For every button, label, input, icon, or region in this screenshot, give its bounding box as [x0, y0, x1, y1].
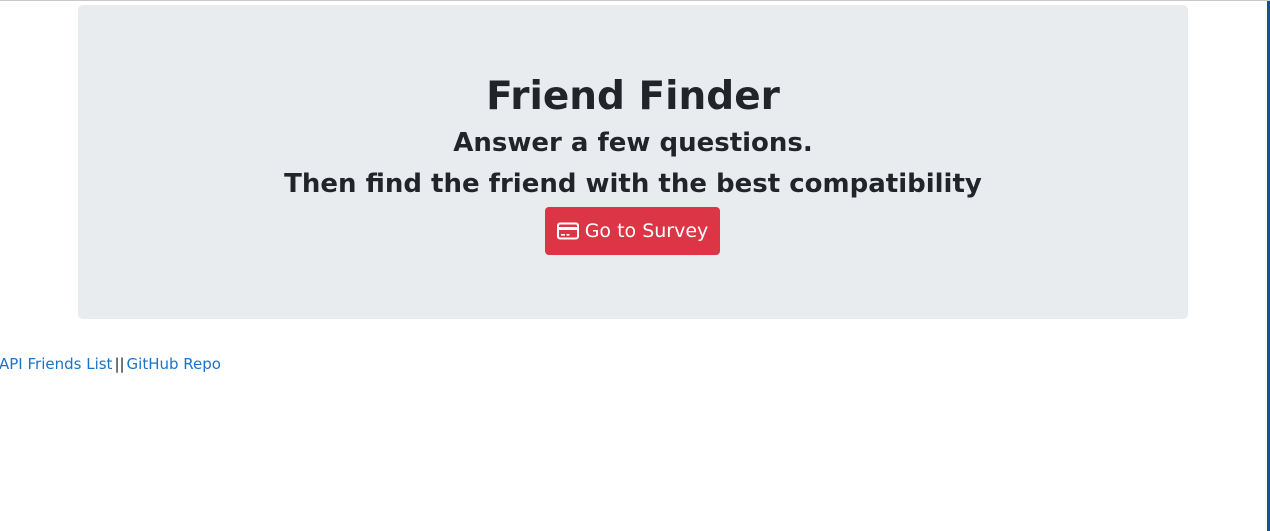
credit-card-icon [556, 222, 579, 240]
jumbotron: Friend Finder Answer a few questions. Th… [78, 5, 1188, 319]
intro-line-1: Answer a few questions. [453, 128, 813, 158]
footer-links: API Friends List || GitHub Repo [0, 354, 221, 374]
go-to-survey-label: Go to Survey [584, 220, 709, 242]
footer-separator: || [114, 355, 125, 373]
intro-line-2: Then find the friend with the best compa… [284, 169, 982, 199]
github-repo-link[interactable]: GitHub Repo [127, 355, 221, 373]
api-friends-list-link[interactable]: API Friends List [0, 355, 112, 373]
page-title: Friend Finder [486, 74, 780, 119]
page: Friend Finder Answer a few questions. Th… [0, 0, 1270, 531]
go-to-survey-button[interactable]: Go to Survey [545, 207, 720, 255]
